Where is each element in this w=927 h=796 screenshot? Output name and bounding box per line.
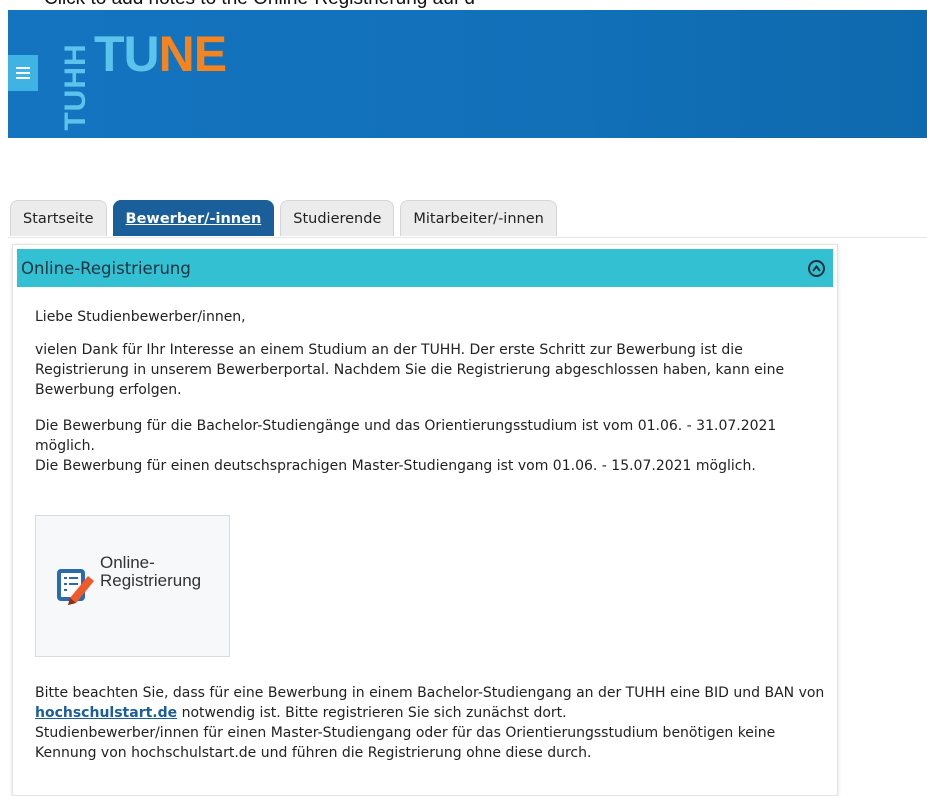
bachelor-period: Die Bewerbung für die Bachelor-Studiengä… — [35, 418, 777, 454]
hochschulstart-link[interactable]: hochschulstart.de — [35, 705, 177, 721]
hamburger-icon — [16, 67, 30, 69]
main-tabs: Startseite Bewerber/-innen Studierende M… — [10, 200, 557, 236]
notice-part1: Bitte beachten Sie, dass für eine Bewerb… — [35, 685, 825, 701]
page-caption: Click to add notes to the Online-Registr… — [0, 0, 927, 10]
panel-header: Online-Registrierung — [17, 249, 833, 287]
tune-wordmark-ne: NE — [158, 26, 227, 82]
registration-panel: Online-Registrierung Liebe Studienbewerb… — [12, 244, 838, 796]
notice-part3: Studienbewerber/innen für einen Master-S… — [35, 725, 776, 761]
tab-studierende[interactable]: Studierende — [280, 200, 395, 236]
tab-bewerber-innen[interactable]: Bewerber/-innen — [112, 200, 275, 236]
menu-button[interactable] — [8, 55, 38, 91]
tabs-divider — [8, 237, 927, 238]
tune-wordmark: TUNE — [94, 26, 227, 82]
tile-label: Online- Registrierung — [100, 554, 225, 590]
tab-startseite[interactable]: Startseite — [10, 200, 107, 236]
tab-mitarbeiter-innen[interactable]: Mitarbeiter/-innen — [400, 200, 557, 236]
application-period-text: Die Bewerbung für die Bachelor-Studiengä… — [35, 416, 825, 476]
tuhh-logo-mark: TUHH — [56, 32, 96, 130]
site-header: TUHH TUNE — [8, 10, 927, 138]
panel-title: Online-Registrierung — [21, 258, 191, 278]
edit-document-icon — [57, 569, 94, 605]
tile-label-line2: Registrierung — [100, 571, 202, 590]
notice-part2: notwendig ist. Bitte registrieren Sie si… — [181, 705, 567, 721]
tune-wordmark-tu: TU — [94, 26, 160, 82]
chevron-up-icon — [812, 264, 821, 272]
hamburger-icon-line — [16, 72, 30, 74]
hamburger-icon-line — [16, 77, 30, 79]
panel-content: Liebe Studienbewerber/innen, vielen Dank… — [35, 307, 825, 476]
intro-text: vielen Dank für Ihr Interesse an einem S… — [35, 342, 785, 398]
greeting-text: Liebe Studienbewerber/innen, — [35, 309, 246, 325]
notice-text: Bitte beachten Sie, dass für eine Bewerb… — [35, 683, 825, 763]
tuhh-logo-text: TUHH — [59, 43, 92, 131]
chevron-up-circle-icon[interactable] — [808, 259, 825, 277]
master-period: Die Bewerbung für einen deutschsprachige… — [35, 458, 756, 474]
tile-label-line1: Online- — [100, 553, 155, 572]
online-registration-tile[interactable]: Online- Registrierung — [35, 515, 230, 657]
